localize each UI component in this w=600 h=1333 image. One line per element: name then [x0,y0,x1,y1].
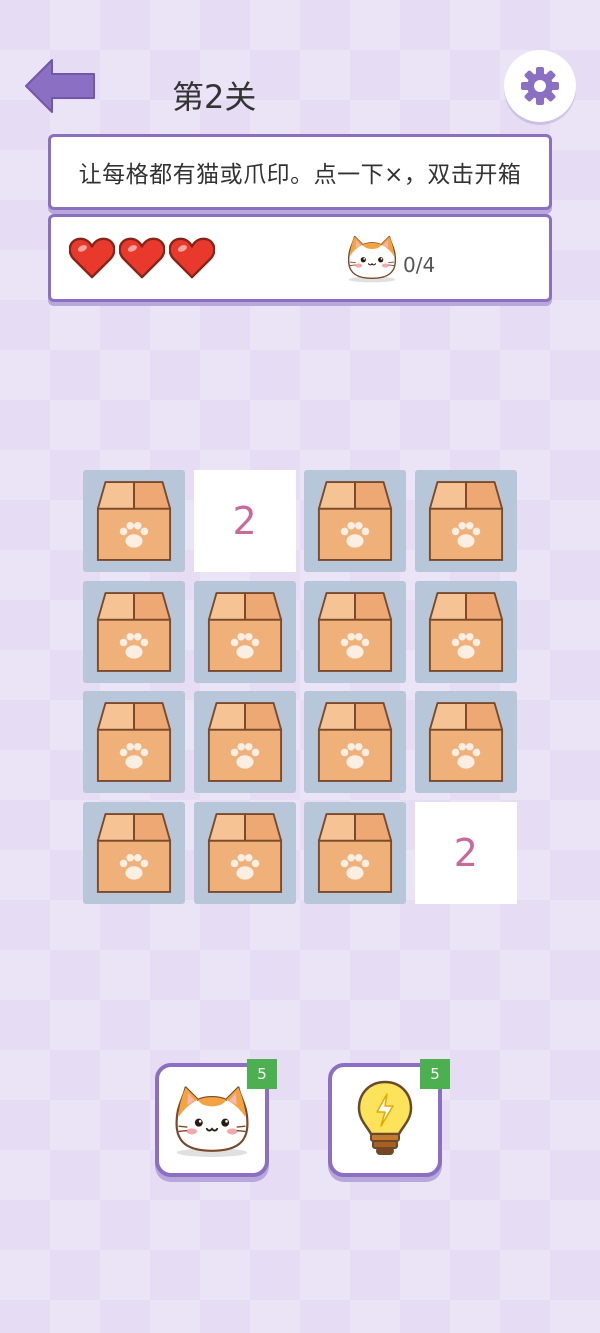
cardboard-box-icon [207,589,283,675]
instruction-text: 让每格都有猫或爪印。点一下×，双击开箱 [78,162,522,188]
cardboard-box-icon [317,810,393,896]
cardboard-box-icon [428,478,504,564]
cardboard-box-icon [317,699,393,785]
lives [69,235,215,281]
cardboard-box-icon [96,699,172,785]
cat-hint-button[interactable]: 5 [155,1059,277,1177]
cat-icon [168,1081,256,1159]
heart-icon [69,235,115,281]
heart-icon [119,235,165,281]
box-cell[interactable] [83,470,185,572]
lightbulb-icon [357,1080,413,1155]
box-cell[interactable] [83,691,185,794]
back-arrow-icon [25,59,95,113]
box-cell[interactable] [193,691,296,794]
cardboard-box-icon [207,699,283,785]
instruction-panel: 让每格都有猫或爪印。点一下×，双击开箱 [48,134,552,210]
cardboard-box-icon [96,478,172,564]
cardboard-box-icon [96,589,172,675]
cardboard-box-icon [317,589,393,675]
number-cell[interactable]: 2 [193,470,296,572]
tool-count-badge: 5 [247,1059,277,1089]
cardboard-box-icon [428,589,504,675]
cell-number: 2 [232,499,257,543]
box-cell[interactable] [414,691,517,794]
heart-icon [169,235,215,281]
cat-count: 0/4 [403,253,436,277]
bulb-hint-button[interactable]: 5 [328,1059,450,1177]
box-cell[interactable] [83,580,185,683]
box-cell[interactable] [414,580,517,683]
back-button[interactable] [22,56,98,116]
level-title: 第2关 [172,78,257,116]
number-cell[interactable]: 2 [414,801,517,904]
box-cell[interactable] [83,801,185,904]
cat-counter: 0/4 [343,233,435,283]
box-cell[interactable] [193,801,296,904]
box-cell[interactable] [304,580,407,683]
box-cell[interactable] [414,470,517,572]
box-cell[interactable] [304,691,407,794]
cardboard-box-icon [207,810,283,896]
box-cell[interactable] [304,801,407,904]
status-panel: 0/4 [48,214,552,302]
cardboard-box-icon [428,699,504,785]
gear-icon [521,67,559,105]
tool-count-badge: 5 [420,1059,450,1089]
settings-button[interactable] [504,50,576,122]
box-cell[interactable] [193,580,296,683]
game-grid: 22 [83,470,517,904]
cardboard-box-icon [317,478,393,564]
cell-number: 2 [453,830,478,875]
cat-icon [343,233,401,283]
box-cell[interactable] [304,470,407,572]
cardboard-box-icon [96,810,172,896]
